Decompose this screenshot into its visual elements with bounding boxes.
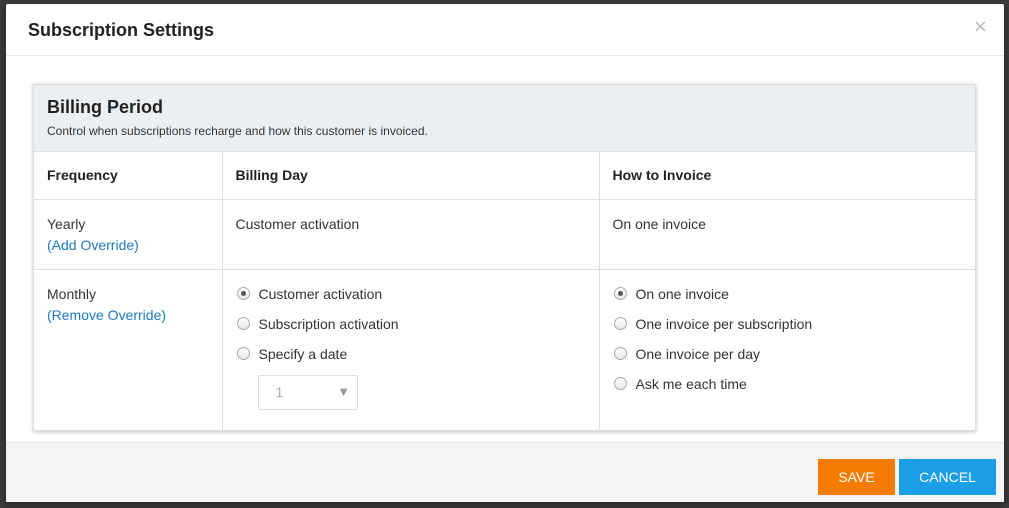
cancel-button[interactable]: CANCEL (899, 459, 996, 495)
billing-period-panel: Billing Period Control when subscription… (33, 84, 976, 431)
radio-button[interactable] (236, 317, 250, 330)
radio-label: On one invoice (635, 285, 729, 302)
cell-billing-day-options: Customer activation Subscription activat… (222, 269, 600, 430)
modal-header: Subscription Settings × (6, 4, 1004, 56)
radio-button[interactable] (236, 347, 250, 360)
radio-specify-date[interactable]: Specify a date (236, 339, 586, 369)
date-select[interactable]: 1 ▼ (257, 374, 358, 410)
radio-ask-each-time[interactable]: Ask me each time (613, 369, 963, 399)
remove-override-link[interactable]: (Remove Override) (47, 307, 209, 323)
cell-frequency: Monthly (Remove Override) (34, 269, 223, 430)
date-select-value: 1 (275, 384, 284, 400)
subscription-settings-modal: Subscription Settings × Billing Period C… (6, 4, 1004, 502)
radio-button[interactable] (613, 347, 627, 360)
panel-title: Billing Period (47, 97, 164, 117)
close-icon[interactable]: × (973, 16, 988, 37)
radio-invoice-per-subscription[interactable]: One invoice per subscription (613, 309, 963, 339)
radio-one-invoice[interactable]: On one invoice (613, 279, 963, 309)
frequency-label: Yearly (47, 215, 86, 232)
chevron-down-icon: ▼ (339, 386, 348, 398)
radio-label: Subscription activation (258, 315, 399, 332)
modal-title: Subscription Settings (28, 20, 215, 40)
table-row-monthly: Monthly (Remove Override) Customer activ… (34, 269, 975, 430)
table-header-row: Frequency Billing Day How to Invoice (34, 152, 975, 200)
radio-button-checked[interactable] (236, 287, 250, 300)
table-row-yearly: Yearly (Add Override) Customer activatio… (34, 199, 975, 270)
radio-label: Customer activation (258, 285, 383, 302)
frequency-label: Monthly (47, 285, 97, 302)
header-how-to-invoice: How to Invoice (599, 152, 975, 200)
panel-subtitle: Control when subscriptions recharge and … (47, 124, 428, 138)
header-frequency: Frequency (34, 152, 223, 200)
radio-label: Ask me each time (635, 375, 747, 392)
radio-button[interactable] (613, 377, 627, 390)
billing-table: Frequency Billing Day How to Invoice Yea… (34, 152, 975, 430)
cell-invoice: On one invoice (599, 199, 975, 270)
save-button[interactable]: SAVE (818, 459, 895, 495)
modal-footer: SAVE CANCEL (6, 442, 1004, 502)
radio-label: One invoice per subscription (635, 315, 813, 332)
radio-customer-activation[interactable]: Customer activation (236, 279, 586, 309)
radio-button[interactable] (613, 317, 627, 330)
radio-subscription-activation[interactable]: Subscription activation (236, 309, 586, 339)
header-billing-day: Billing Day (222, 152, 600, 200)
modal-body: Billing Period Control when subscription… (6, 56, 1004, 442)
cell-billing-day: Customer activation (222, 199, 600, 270)
panel-header: Billing Period Control when subscription… (34, 85, 975, 152)
radio-label: One invoice per day (635, 345, 761, 362)
cell-frequency: Yearly (Add Override) (34, 199, 223, 270)
radio-button-checked[interactable] (613, 287, 627, 300)
radio-invoice-per-day[interactable]: One invoice per day (613, 339, 963, 369)
add-override-link[interactable]: (Add Override) (47, 237, 209, 253)
cell-invoice-options: On one invoice One invoice per subscript… (599, 269, 975, 430)
radio-label: Specify a date (258, 345, 348, 362)
